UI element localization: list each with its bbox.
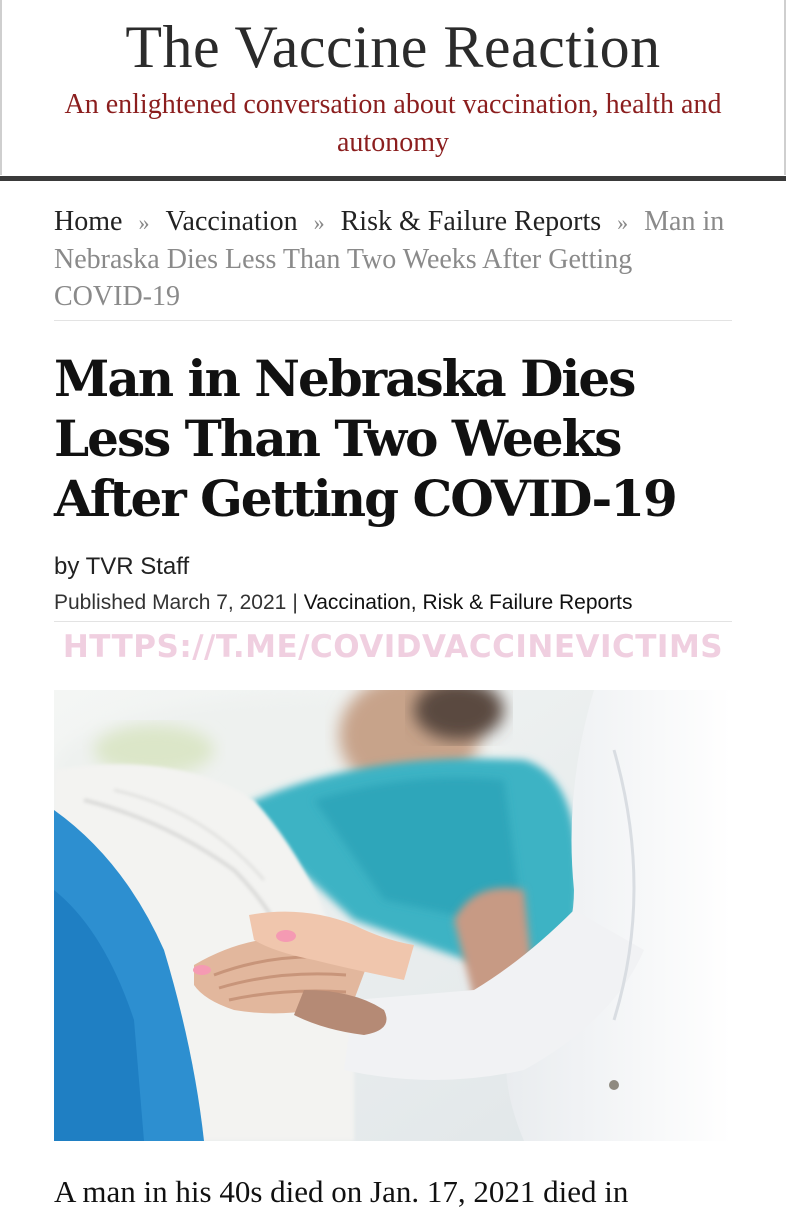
article-byline: by TVR Staff [54,553,190,580]
site-title[interactable]: The Vaccine Reaction [0,8,786,86]
photo-illustration [54,690,731,1141]
site-header: The Vaccine Reaction An enlightened conv… [0,0,786,176]
breadcrumb-home[interactable]: Home [54,206,122,237]
meta-divider [54,621,732,622]
breadcrumb-risk-failure-reports[interactable]: Risk & Failure Reports [341,206,602,237]
breadcrumb: Home » Vaccination » Risk & Failure Reports »… [54,203,734,315]
article-title: Man in Nebraska Dies Less Than Two Weeks… [54,349,678,528]
published-date: Published March 7, 2021 [54,591,287,614]
site-tagline: An enlightened conversation about vaccin… [64,89,722,158]
breadcrumb-separator: » [138,210,150,235]
watermark-text: HTTPS://T.ME/COVIDVACCINEVICTIMS [62,629,724,665]
meta-separator: | [292,591,298,614]
breadcrumb-vaccination[interactable]: Vaccination [165,206,297,237]
header-divider [0,176,786,181]
page-frame: The Vaccine Reaction An enlightened conv… [0,0,786,1226]
article-meta: Published March 7, 2021 | Vaccination, Ris… [54,589,754,617]
breadcrumb-separator: » [617,210,629,235]
breadcrumb-divider [54,320,732,321]
article-body-first-line: A man in his 40s died on Jan. 17, 2021 d… [54,1174,629,1209]
breadcrumb-separator: » [313,210,325,235]
hospital-patient-photo [54,690,731,1141]
article-categories-link[interactable]: Vaccination, Risk & Failure Reports [304,591,633,614]
